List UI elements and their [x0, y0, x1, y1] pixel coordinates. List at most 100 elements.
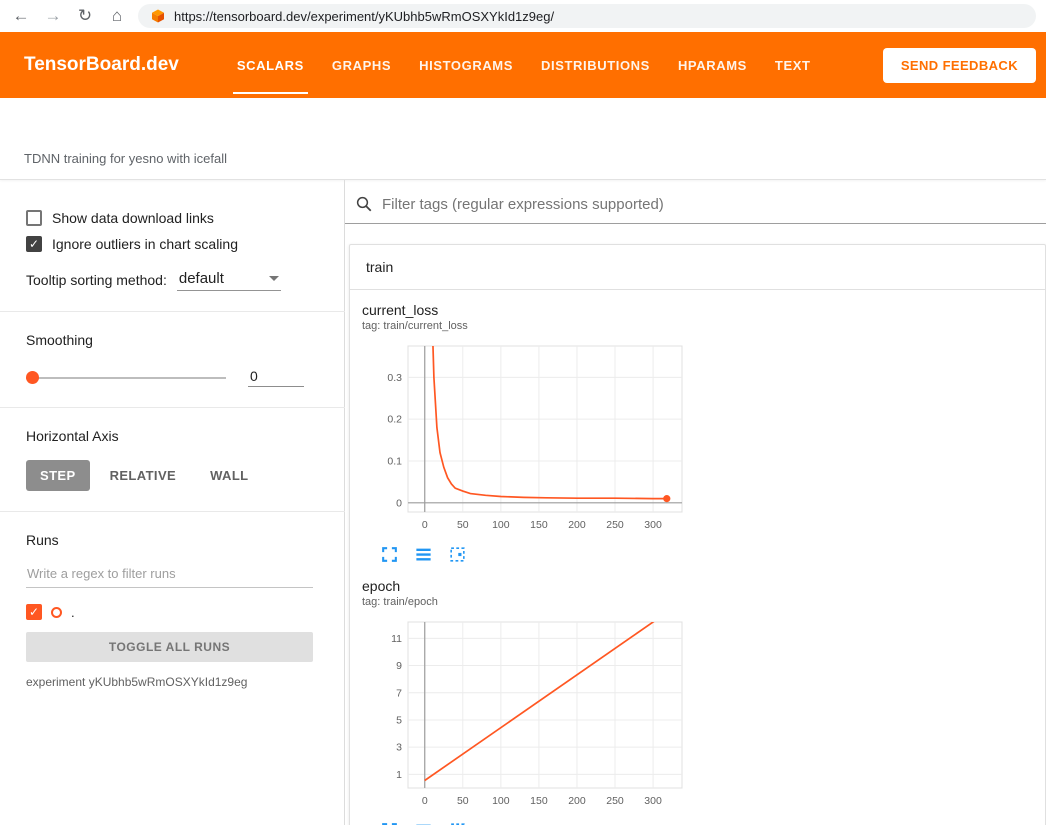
tab-graphs[interactable]: GRAPHS	[318, 32, 405, 98]
svg-text:11: 11	[391, 633, 402, 645]
svg-text:200: 200	[568, 519, 586, 531]
settings-sidebar: Show data download links ✓ Ignore outlie…	[0, 180, 345, 825]
run-checkbox-checked-icon[interactable]: ✓	[26, 604, 42, 620]
charts-grid: current_loss tag: train/current_loss 050…	[350, 290, 1045, 825]
chart-toolbar	[380, 821, 694, 825]
reload-icon[interactable]: ↻	[74, 6, 96, 26]
divider	[0, 311, 345, 312]
checkbox-unchecked-icon	[26, 210, 42, 226]
home-icon[interactable]: ⌂	[106, 6, 128, 26]
expand-icon[interactable]	[380, 545, 399, 564]
browser-toolbar: ← → ↻ ⌂ https://tensorboard.dev/experime…	[0, 0, 1046, 32]
run-name: .	[71, 605, 75, 620]
svg-text:250: 250	[606, 519, 624, 531]
horizontal-axis-buttons: STEP RELATIVE WALL	[26, 460, 318, 491]
svg-text:0: 0	[422, 795, 428, 807]
smoothing-slider-row: 0	[26, 368, 318, 387]
url-text: https://tensorboard.dev/experiment/yKUbh…	[174, 9, 554, 24]
tag-filter-input[interactable]	[382, 196, 1030, 213]
svg-text:0.1: 0.1	[387, 455, 402, 467]
svg-text:9: 9	[396, 660, 402, 672]
scalars-main: train current_loss tag: train/current_lo…	[345, 180, 1046, 825]
toggle-all-runs-button[interactable]: TOGGLE ALL RUNS	[26, 632, 313, 662]
svg-text:0.3: 0.3	[387, 372, 402, 384]
tab-text[interactable]: TEXT	[761, 32, 825, 98]
runs-label: Runs	[26, 532, 318, 548]
tooltip-sorting-label: Tooltip sorting method:	[26, 272, 167, 291]
train-section-card: train current_loss tag: train/current_lo…	[349, 244, 1046, 825]
axis-relative-button[interactable]: RELATIVE	[96, 460, 191, 491]
tag-filter-row	[345, 180, 1046, 224]
svg-text:0: 0	[396, 497, 402, 509]
header-tabs: SCALARS GRAPHS HISTOGRAMS DISTRIBUTIONS …	[223, 32, 825, 98]
svg-text:7: 7	[396, 687, 402, 699]
divider	[0, 407, 345, 408]
divider	[0, 511, 345, 512]
chart-title: epoch	[362, 578, 694, 594]
app-logo: TensorBoard.dev	[24, 54, 179, 76]
axis-step-button[interactable]: STEP	[26, 460, 90, 491]
run-color-swatch-icon	[51, 607, 62, 618]
chart-title: current_loss	[362, 302, 694, 318]
tab-histograms[interactable]: HISTOGRAMS	[405, 32, 527, 98]
svg-text:150: 150	[530, 519, 548, 531]
smoothing-slider[interactable]	[26, 371, 226, 385]
slider-track	[26, 377, 226, 379]
log-scale-icon[interactable]	[414, 821, 433, 825]
svg-text:50: 50	[457, 795, 469, 807]
address-bar[interactable]: https://tensorboard.dev/experiment/yKUbh…	[138, 4, 1036, 28]
expand-icon[interactable]	[380, 821, 399, 825]
smoothing-label: Smoothing	[26, 332, 318, 348]
experiment-strip: TDNN training for yesno with icefall	[0, 98, 1046, 180]
checkbox-checked-icon: ✓	[26, 236, 42, 252]
svg-text:300: 300	[644, 795, 662, 807]
app-header: TensorBoard.dev SCALARS GRAPHS HISTOGRAM…	[0, 32, 1046, 98]
tensorboard-favicon-icon	[150, 8, 166, 24]
tab-hparams[interactable]: HPARAMS	[664, 32, 761, 98]
svg-text:3: 3	[396, 742, 402, 754]
chart-card-epoch: epoch tag: train/epoch 05010015020025030…	[362, 578, 694, 825]
chart-card-current-loss: current_loss tag: train/current_loss 0 50…	[362, 302, 694, 564]
svg-text:200: 200	[568, 795, 586, 807]
search-icon	[355, 195, 373, 213]
svg-text:250: 250	[606, 795, 624, 807]
show-download-links-checkbox[interactable]: Show data download links	[26, 210, 318, 226]
svg-text:100: 100	[492, 795, 510, 807]
line-chart-current-loss[interactable]: 0 50 100 150 200 250 300 0 0.1 0.2 0.3	[362, 340, 692, 538]
tab-scalars[interactable]: SCALARS	[223, 32, 318, 98]
fit-domain-icon[interactable]	[448, 545, 467, 564]
train-section-header[interactable]: train	[350, 245, 1045, 290]
forward-icon[interactable]: →	[42, 6, 64, 26]
send-feedback-button[interactable]: SEND FEEDBACK	[883, 48, 1036, 83]
tooltip-sorting-select[interactable]: default	[177, 270, 281, 291]
experiment-id-text: experiment yKUbhb5wRmOSXYkId1z9eg	[26, 675, 318, 689]
svg-text:1: 1	[396, 769, 402, 781]
svg-text:50: 50	[457, 519, 469, 531]
checkbox-label: Show data download links	[52, 210, 214, 226]
axis-wall-button[interactable]: WALL	[196, 460, 262, 491]
runs-filter-input[interactable]	[26, 560, 313, 588]
fit-domain-icon[interactable]	[448, 821, 467, 825]
ignore-outliers-checkbox[interactable]: ✓ Ignore outliers in chart scaling	[26, 236, 318, 252]
svg-text:0: 0	[422, 519, 428, 531]
chevron-down-icon	[269, 276, 279, 281]
tab-distributions[interactable]: DISTRIBUTIONS	[527, 32, 664, 98]
svg-text:0.2: 0.2	[387, 414, 402, 426]
run-list-item[interactable]: ✓ .	[26, 604, 318, 620]
log-scale-icon[interactable]	[414, 545, 433, 564]
experiment-description: TDNN training for yesno with icefall	[24, 151, 227, 166]
checkbox-label: Ignore outliers in chart scaling	[52, 236, 238, 252]
tooltip-sorting-row: Tooltip sorting method: default	[26, 270, 318, 291]
back-icon[interactable]: ←	[10, 6, 32, 26]
tooltip-sorting-value: default	[179, 270, 224, 287]
svg-text:100: 100	[492, 519, 510, 531]
chart-tag: tag: train/epoch	[362, 596, 694, 608]
line-chart-epoch[interactable]: 0501001502002503001357911	[362, 616, 692, 814]
slider-thumb[interactable]	[26, 371, 39, 384]
svg-text:5: 5	[396, 714, 402, 726]
chart-tag: tag: train/current_loss	[362, 320, 694, 332]
horizontal-axis-label: Horizontal Axis	[26, 428, 318, 444]
chart-toolbar	[380, 545, 694, 564]
svg-text:300: 300	[644, 519, 662, 531]
smoothing-value-field[interactable]: 0	[248, 368, 304, 387]
